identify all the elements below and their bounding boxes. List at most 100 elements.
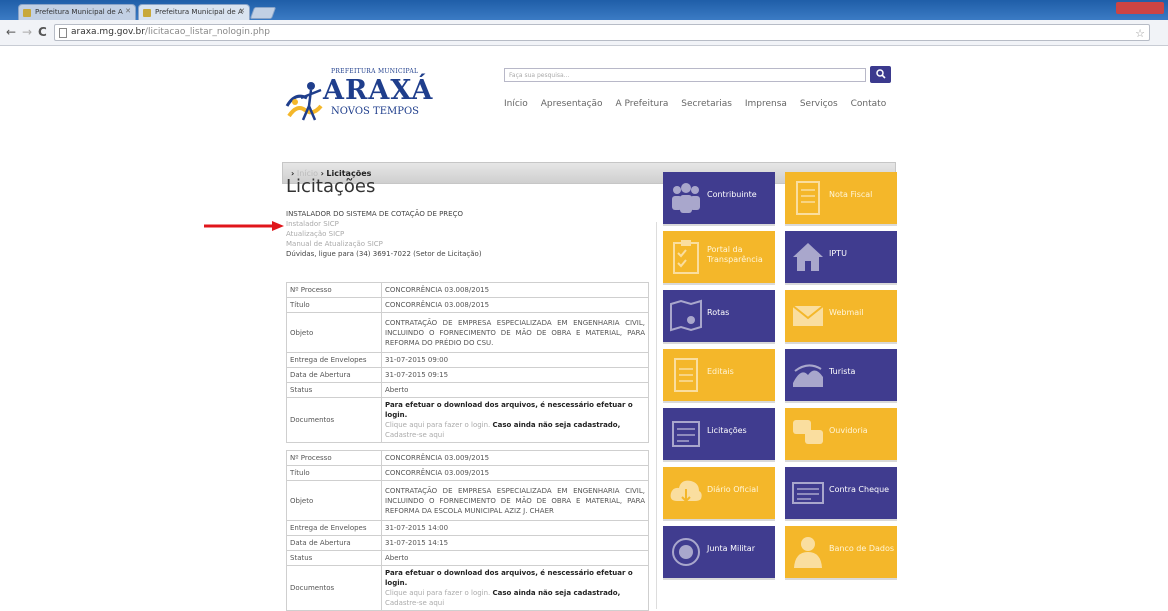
address-bar[interactable]: araxa.mg.gov.br/licitacao_listar_nologin… bbox=[54, 24, 1150, 41]
close-tab-icon[interactable]: ✕ bbox=[125, 7, 131, 15]
tile-label: Contra Cheque bbox=[829, 485, 890, 494]
landscape-icon bbox=[793, 364, 823, 387]
tile-junta-militar[interactable]: Junta Militar bbox=[663, 526, 775, 578]
document-icon bbox=[796, 181, 820, 215]
main-menu: Início Apresentação A Prefeitura Secreta… bbox=[504, 99, 896, 109]
document-icon bbox=[674, 358, 698, 392]
person-icon bbox=[794, 537, 822, 568]
value-processo: CONCORRÊNCIA 03.008/2015 bbox=[381, 282, 649, 298]
people-icon bbox=[672, 183, 700, 213]
value-abertura: 31-07-2015 14:15 bbox=[381, 535, 649, 551]
value-status: Aberto bbox=[381, 382, 649, 398]
browser-tab-2[interactable]: Prefeitura Municipal de A ✕ bbox=[138, 4, 250, 20]
tile-rotas[interactable]: Rotas bbox=[663, 290, 775, 342]
back-icon[interactable]: ← bbox=[6, 25, 16, 39]
licitacao-table: Nº Processo CONCORRÊNCIA 03.009/2015 Títu… bbox=[286, 450, 649, 611]
tile-label: Diário Oficial bbox=[707, 485, 759, 494]
menu-item-apresentacao[interactable]: Apresentação bbox=[541, 99, 603, 109]
value-documentos: Para efetuar o download dos arquivos, é … bbox=[381, 397, 649, 443]
tile-label: Editais bbox=[707, 367, 734, 376]
menu-item-imprensa[interactable]: Imprensa bbox=[745, 99, 787, 109]
docs-message: Para efetuar o download dos arquivos, é … bbox=[385, 569, 633, 587]
close-tab-icon[interactable]: ✕ bbox=[239, 7, 245, 15]
menu-item-secretarias[interactable]: Secretarias bbox=[681, 99, 732, 109]
tile-banco-de-dados[interactable]: Banco de Dados bbox=[785, 526, 897, 578]
value-entrega: 31-07-2015 09:00 bbox=[381, 352, 649, 368]
value-objeto: CONTRATAÇÃO DE EMPRESA ESPECIALIZADA EM … bbox=[381, 480, 649, 521]
menu-item-servicos[interactable]: Serviços bbox=[800, 99, 838, 109]
tile-turista[interactable]: Turista bbox=[785, 349, 897, 401]
tile-label: Ouvidoria bbox=[829, 426, 868, 435]
menu-item-inicio[interactable]: Início bbox=[504, 99, 528, 109]
table-row: Título CONCORRÊNCIA 03.008/2015 bbox=[286, 297, 649, 313]
tile-label: Turista bbox=[829, 367, 856, 376]
docs-message-2: Caso ainda não seja cadastrado, bbox=[492, 589, 621, 597]
house-icon bbox=[793, 243, 823, 271]
link-manual-sicp[interactable]: Manual de Atualização SICP bbox=[286, 239, 482, 249]
tile-label: Webmail bbox=[829, 308, 864, 317]
label-abertura: Data de Abertura bbox=[286, 535, 382, 551]
register-link[interactable]: Cadastre-se aqui bbox=[385, 431, 444, 439]
table-row: Objeto CONTRATAÇÃO DE EMPRESA ESPECIALIZA… bbox=[286, 312, 649, 353]
tile-contribuinte[interactable]: Contribuinte bbox=[663, 172, 775, 224]
tile-label: Rotas bbox=[707, 308, 730, 317]
tile-label: Portal da Transparência bbox=[707, 245, 763, 264]
araxa-logo[interactable]: PREFEITURA MUNICIPAL ARAXÁ NOVOS TEMPOS bbox=[285, 68, 440, 126]
tile-editais[interactable]: Editais bbox=[663, 349, 775, 401]
register-link[interactable]: Cadastre-se aqui bbox=[385, 599, 444, 607]
tile-nota-fiscal[interactable]: Nota Fiscal bbox=[785, 172, 897, 224]
label-status: Status bbox=[286, 550, 382, 566]
menu-item-contato[interactable]: Contato bbox=[851, 99, 887, 109]
search-button[interactable] bbox=[870, 66, 891, 83]
favicon-icon bbox=[23, 9, 31, 17]
label-status: Status bbox=[286, 382, 382, 398]
label-abertura: Data de Abertura bbox=[286, 367, 382, 383]
label-objeto: Objeto bbox=[286, 480, 382, 521]
tile-ouvidoria[interactable]: Ouvidoria bbox=[785, 408, 897, 460]
search-input[interactable]: Faça sua pesquisa... bbox=[504, 68, 866, 82]
sicp-heading: INSTALADOR DO SISTEMA DE COTAÇÃO DE PREÇ… bbox=[286, 210, 463, 218]
tile-label: IPTU bbox=[829, 249, 847, 258]
tile-licitacoes[interactable]: Licitações bbox=[663, 408, 775, 460]
browser-tab-1[interactable]: Prefeitura Municipal de A ✕ bbox=[18, 4, 136, 20]
tile-iptu[interactable]: IPTU bbox=[785, 231, 897, 283]
bookmark-star-icon[interactable]: ☆ bbox=[1135, 27, 1145, 40]
label-titulo: Título bbox=[286, 465, 382, 481]
label-processo: Nº Processo bbox=[286, 450, 382, 466]
label-entrega: Entrega de Envelopes bbox=[286, 520, 382, 536]
logo-sub-text: NOVOS TEMPOS bbox=[331, 106, 420, 117]
table-row: Status Aberto bbox=[286, 382, 649, 398]
tile-portal-transparencia[interactable]: Portal da Transparência bbox=[663, 231, 775, 283]
page-icon bbox=[59, 28, 67, 38]
tile-diario-oficial[interactable]: Diário Oficial bbox=[663, 467, 775, 519]
login-link[interactable]: Clique aqui para fazer o login. bbox=[385, 421, 490, 429]
value-titulo: CONCORRÊNCIA 03.008/2015 bbox=[381, 297, 649, 313]
table-row: Data de Abertura 31-07-2015 09:15 bbox=[286, 367, 649, 383]
login-link[interactable]: Clique aqui para fazer o login. bbox=[385, 589, 490, 597]
tile-webmail[interactable]: Webmail bbox=[785, 290, 897, 342]
reload-icon[interactable]: C bbox=[38, 25, 47, 39]
sicp-info: INSTALADOR DO SISTEMA DE COTAÇÃO DE PREÇ… bbox=[286, 209, 482, 259]
url-host: araxa.mg.gov.br bbox=[71, 27, 145, 37]
page-title: Licitações bbox=[286, 176, 376, 197]
emblem-icon bbox=[672, 538, 700, 566]
link-atualizacao-sicp[interactable]: Atualização SICP bbox=[286, 229, 482, 239]
window-controls[interactable] bbox=[1116, 2, 1164, 14]
label-titulo: Título bbox=[286, 297, 382, 313]
table-row: Nº Processo CONCORRÊNCIA 03.008/2015 bbox=[286, 282, 649, 298]
scroll-icon bbox=[672, 421, 700, 447]
browser-tab-bar: Prefeitura Municipal de A ✕ Prefeitura M… bbox=[0, 0, 1168, 20]
table-row: Nº Processo CONCORRÊNCIA 03.009/2015 bbox=[286, 450, 649, 466]
menu-item-a-prefeitura[interactable]: A Prefeitura bbox=[615, 99, 668, 109]
value-titulo: CONCORRÊNCIA 03.009/2015 bbox=[381, 465, 649, 481]
map-icon bbox=[670, 299, 702, 332]
value-entrega: 31-07-2015 14:00 bbox=[381, 520, 649, 536]
tile-contra-cheque[interactable]: Contra Cheque bbox=[785, 467, 897, 519]
forward-icon[interactable]: → bbox=[22, 25, 32, 39]
link-instalador-sicp[interactable]: Instalador SICP bbox=[286, 219, 482, 229]
red-arrow-annotation bbox=[204, 221, 284, 231]
table-row: Status Aberto bbox=[286, 550, 649, 566]
docs-message: Para efetuar o download dos arquivos, é … bbox=[385, 401, 633, 419]
browser-toolbar: ← → C araxa.mg.gov.br/licitacao_listar_n… bbox=[0, 20, 1168, 46]
new-tab-button[interactable] bbox=[249, 7, 277, 19]
